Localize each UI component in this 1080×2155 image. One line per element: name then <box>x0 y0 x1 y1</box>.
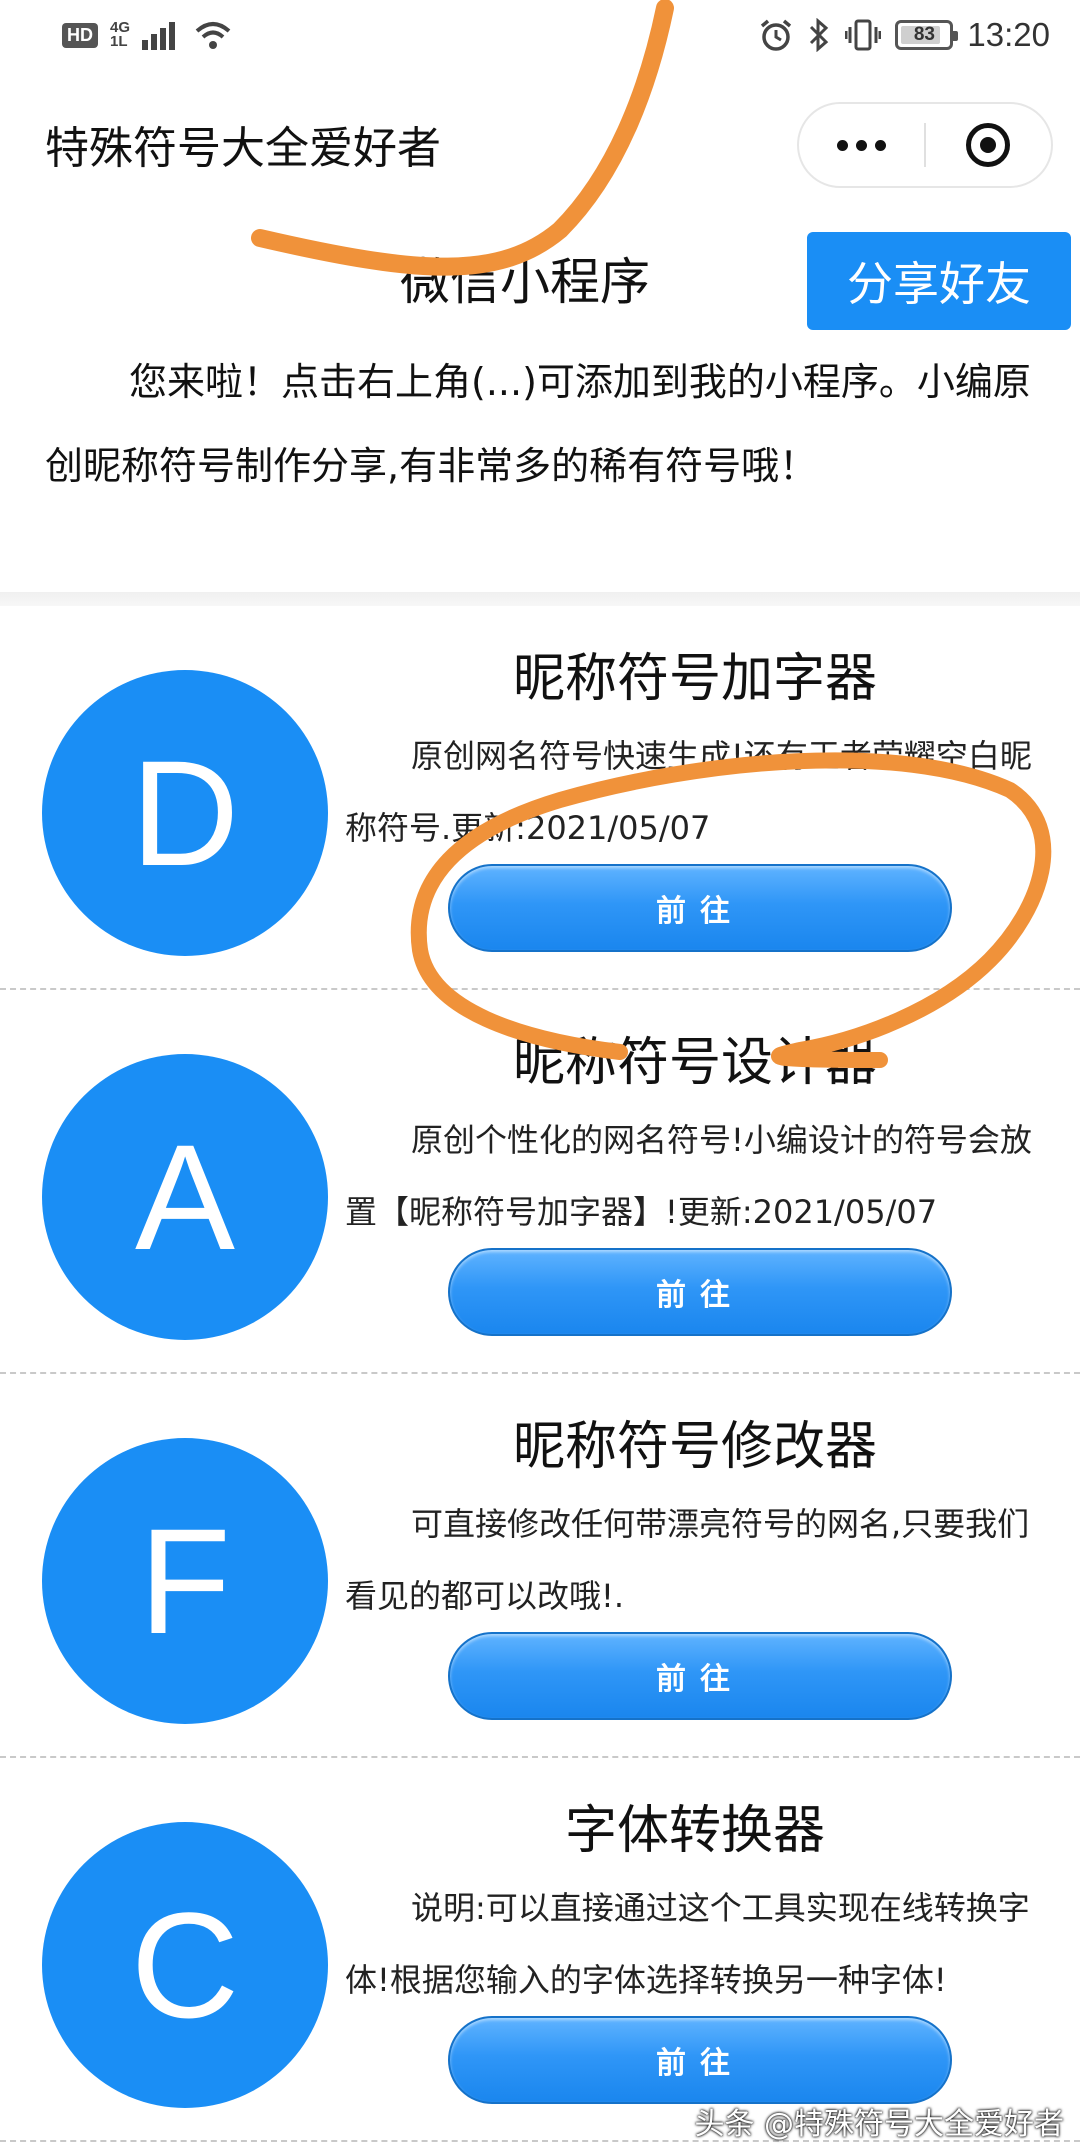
status-right: 83 13:20 <box>759 16 1050 54</box>
status-bar: HD 4G 1L 83 13:20 <box>0 0 1080 78</box>
clock: 13:20 <box>967 16 1050 53</box>
tool-card: A 昵称符号设计器 原创个性化的网名符号!小编设计的符号会放置【昵称符号加字器】… <box>0 990 1080 1374</box>
tool-title: 昵称符号设计器 <box>512 1033 877 1093</box>
tool-avatar: A <box>42 1054 328 1340</box>
more-button[interactable] <box>799 104 924 186</box>
alarm-icon <box>761 19 792 51</box>
tool-card: D 昵称符号加字器 原创网名符号快速生成!还有王者荣耀空白昵称符号.更新:202… <box>0 606 1080 990</box>
section-divider <box>0 592 1080 606</box>
watermark: 头条 @特殊符号大全爱好者 <box>694 2107 1064 2142</box>
tool-avatar: D <box>42 670 328 956</box>
wifi-icon <box>195 22 231 49</box>
network-type: 4G 1L <box>110 20 130 50</box>
intro-text: 您来啦！点击右上角(...)可添加到我的小程序。小编原创昵称符号制作分享,有非常… <box>45 360 1031 488</box>
tool-card: F 昵称符号修改器 可直接修改任何带漂亮符号的网名,只要我们看见的都可以改哦!.… <box>0 1374 1080 1758</box>
capsule-menu <box>797 102 1053 188</box>
battery-icon: 83 <box>895 20 959 50</box>
tool-description: 可直接修改任何带漂亮符号的网名,只要我们看见的都可以改哦!. <box>345 1505 1030 1615</box>
tool-avatar: C <box>42 1822 328 2108</box>
target-close-icon <box>966 123 1011 167</box>
signal-icon <box>142 22 176 50</box>
tool-title: 字体转换器 <box>564 1801 825 1861</box>
close-miniprogram-button[interactable] <box>926 104 1051 186</box>
go-button[interactable]: 前往 <box>448 1632 952 1720</box>
status-left: HD 4G 1L <box>62 20 232 50</box>
app-header: 特殊符号大全爱好者 <box>0 88 1080 188</box>
tool-title: 昵称符号加字器 <box>512 649 877 709</box>
app-title: 特殊符号大全爱好者 <box>45 123 441 174</box>
go-button[interactable]: 前往 <box>448 864 952 952</box>
battery-level: 83 <box>913 24 935 45</box>
hd-badge: HD <box>62 22 98 48</box>
tool-card: C 字体转换器 说明:可以直接通过这个工具实现在线转换字体!根据您输入的字体选择… <box>0 1758 1080 2142</box>
tool-description: 原创个性化的网名符号!小编设计的符号会放置【昵称符号加字器】!更新:2021/0… <box>345 1121 1032 1231</box>
more-dots-icon <box>837 139 886 151</box>
tool-avatar: F <box>42 1438 328 1724</box>
intro-title: 微信小程序 <box>400 253 650 311</box>
go-button[interactable]: 前往 <box>448 2016 952 2104</box>
tool-description: 说明:可以直接通过这个工具实现在线转换字体!根据您输入的字体选择转换另一种字体! <box>345 1889 1030 1999</box>
bluetooth-icon <box>810 18 829 52</box>
share-friends-button[interactable]: 分享好友 <box>807 232 1071 330</box>
tool-description: 原创网名符号快速生成!还有王者荣耀空白昵称符号.更新:2021/05/07 <box>345 737 1032 847</box>
tool-title: 昵称符号修改器 <box>512 1417 877 1477</box>
go-button[interactable]: 前往 <box>448 1248 952 1336</box>
vibrate-icon <box>845 19 882 51</box>
network-type-bottom: 1L <box>110 33 128 50</box>
